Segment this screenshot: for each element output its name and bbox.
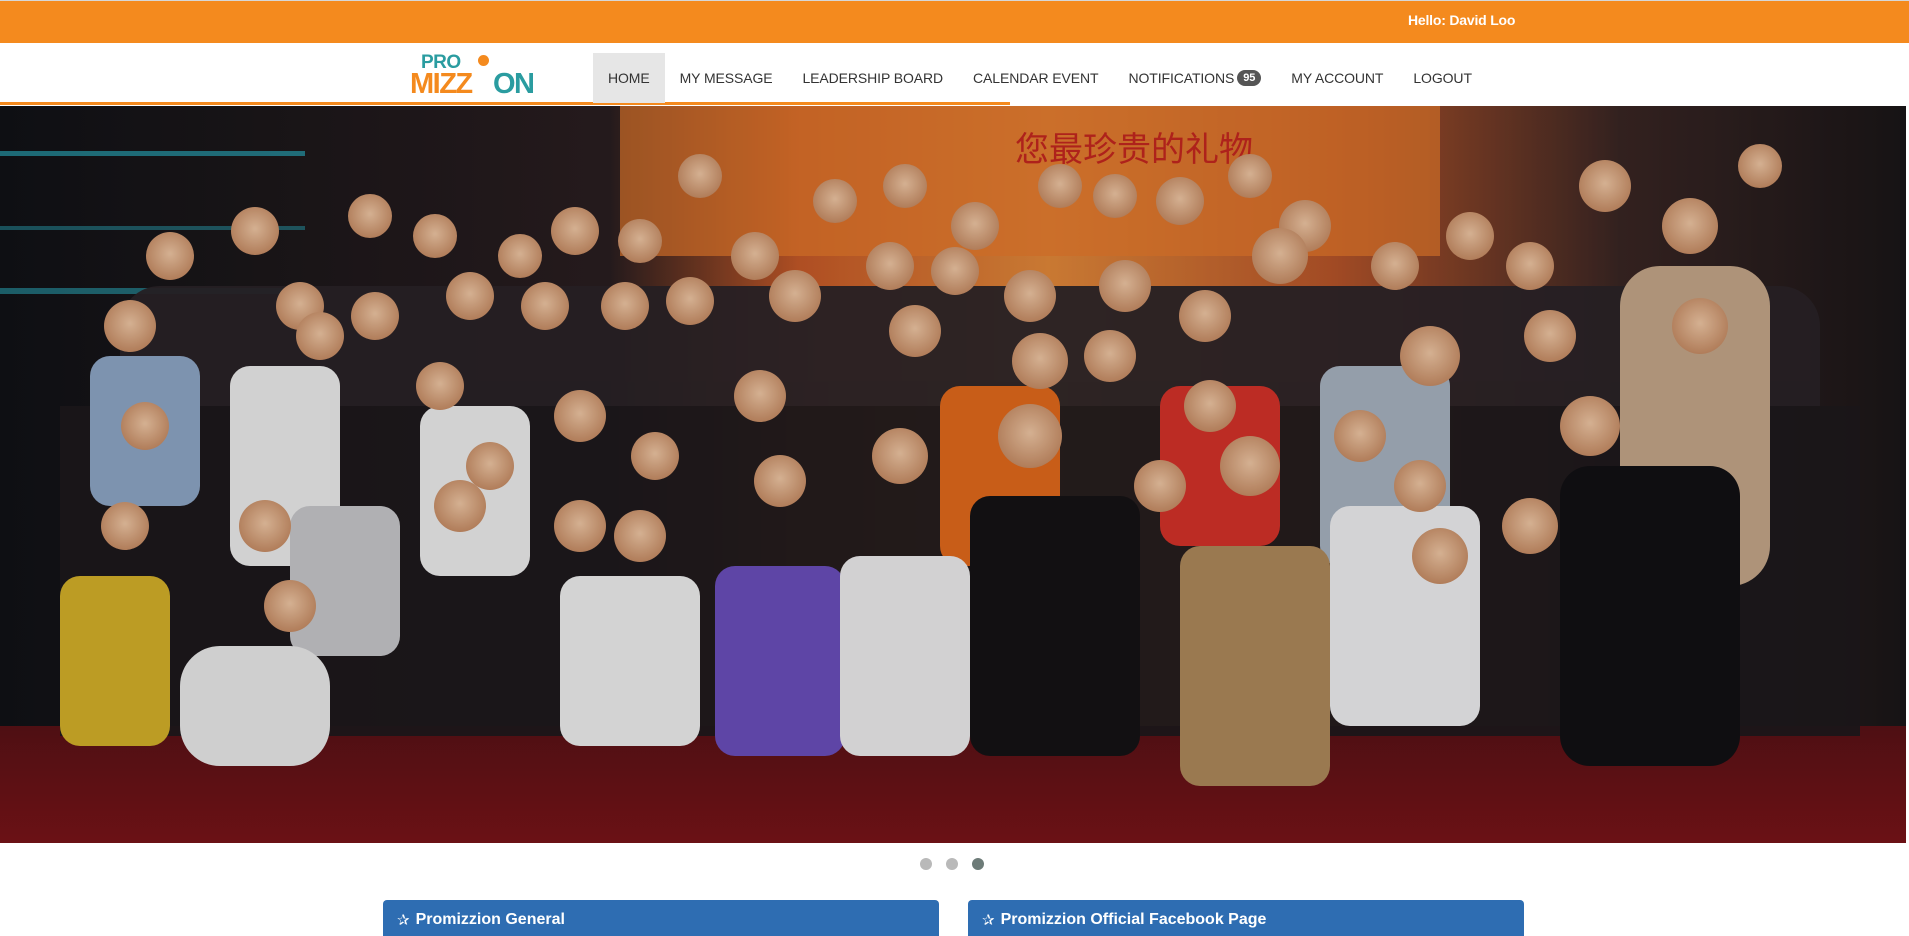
panel-facebook-page: ✰ Promizzion Official Facebook Page [968, 900, 1524, 936]
nav-calendar-event-label: CALENDAR EVENT [973, 70, 1099, 86]
logo-text-mizz: MIZZ [410, 68, 473, 100]
nav-notifications[interactable]: NOTIFICATIONS 95 [1113, 53, 1276, 103]
nav-home-label: HOME [608, 70, 650, 86]
nav-calendar-event[interactable]: CALENDAR EVENT [958, 53, 1113, 103]
carousel-indicators [920, 858, 984, 870]
nav-notifications-label: NOTIFICATIONS [1128, 70, 1235, 86]
carousel-dot-2[interactable] [946, 858, 958, 870]
nav-leadership-board[interactable]: LEADERSHIP BOARD [788, 53, 959, 103]
carousel-dot-1[interactable] [920, 858, 932, 870]
logo-figure-icon [478, 55, 489, 66]
nav-my-account[interactable]: MY ACCOUNT [1276, 53, 1398, 103]
nav-logout[interactable]: LOGOUT [1398, 53, 1487, 103]
panel-promizzion-general: ✰ Promizzion General [383, 900, 939, 936]
logo-text-on: ON [493, 68, 535, 100]
nav-leadership-board-label: LEADERSHIP BOARD [802, 70, 944, 86]
panel-general-title: Promizzion General [415, 911, 565, 928]
nav-logout-label: LOGOUT [1413, 70, 1472, 86]
star-icon: ✰ [982, 912, 995, 929]
nav-my-account-label: MY ACCOUNT [1291, 70, 1384, 86]
group-photo-illustration: 您最珍贵的礼物 [0, 106, 1906, 843]
promizzion-logo[interactable]: PRO MIZZ ON [410, 52, 535, 100]
top-bar: Hello: David Loo [0, 0, 1909, 43]
nav-my-message-label: MY MESSAGE [679, 70, 773, 86]
star-icon: ✰ [397, 912, 410, 929]
user-greeting: Hello: David Loo [1408, 12, 1516, 28]
hero-carousel-image: 您最珍贵的礼物 [0, 106, 1906, 843]
nav-home[interactable]: HOME [593, 53, 665, 103]
main-nav: HOME MY MESSAGE LEADERSHIP BOARD CALENDA… [593, 53, 1487, 103]
nav-my-message[interactable]: MY MESSAGE [665, 53, 788, 103]
panel-facebook-title: Promizzion Official Facebook Page [1000, 911, 1267, 928]
page: Hello: David Loo PRO MIZZ ON HOME MY MES… [0, 0, 1909, 936]
carousel-dot-3[interactable] [972, 858, 984, 870]
notifications-count-badge: 95 [1237, 70, 1262, 86]
